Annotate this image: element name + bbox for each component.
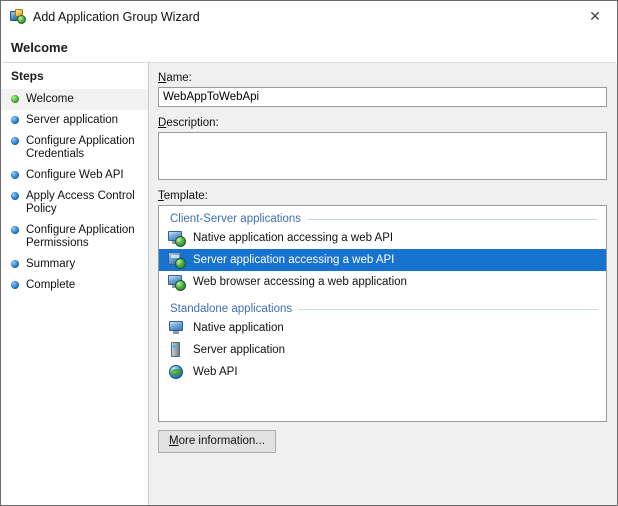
group-rule [308,219,598,220]
template-item-native-application-accessing-a-web-api[interactable]: Native application accessing a web API [159,227,606,249]
more-information-button[interactable]: More information... [158,430,276,453]
body: Steps Welcome Server application Configu… [1,63,617,506]
step-label: Welcome [26,93,74,106]
sidebar-item-server-application[interactable]: Server application [1,110,148,131]
more-information-label: ore information... [179,435,265,447]
step-label: Apply Access Control Policy [26,190,142,216]
group-rule [299,309,598,310]
sidebar-item-configure-application-credentials[interactable]: Configure Application Credentials [1,131,148,165]
step-label: Summary [26,258,75,271]
sidebar-item-configure-application-permissions[interactable]: Configure Application Permissions [1,220,148,254]
step-bullet-icon [11,226,19,234]
page-title: Welcome [11,40,68,55]
window-title: Add Application Group Wizard [33,10,200,24]
template-label: Template: [158,190,607,202]
step-bullet-icon [11,137,19,145]
monitor-icon [168,320,185,336]
template-item-label: Web API [193,366,238,378]
template-item-label: Server application accessing a web API [193,254,394,266]
description-label: Description: [158,117,607,129]
step-label: Complete [26,279,75,292]
template-list[interactable]: Client-Server applications Native applic… [158,205,607,422]
description-label-text: escription: [166,117,218,129]
more-information-row: More information... [158,422,607,453]
name-label: Name: [158,72,607,84]
template-item-label: Native application [193,322,284,334]
monitor-globe-icon [168,274,185,290]
name-input[interactable] [158,87,607,107]
monitor-globe-icon [168,230,185,246]
sidebar-item-summary[interactable]: Summary [1,254,148,275]
globe-icon [168,364,185,380]
group-title: Standalone applications [170,303,299,315]
steps-sidebar: Steps Welcome Server application Configu… [1,63,149,506]
template-group-header: Standalone applications [159,301,606,317]
step-label: Configure Application Credentials [26,135,142,161]
steps-heading: Steps [1,65,148,89]
sidebar-item-welcome[interactable]: Welcome [1,89,148,110]
template-label-text: emplate: [164,190,208,202]
template-item-server-application[interactable]: Server application [159,339,606,361]
template-item-label: Server application [193,344,285,356]
template-item-web-api[interactable]: Web API [159,361,606,383]
step-bullet-icon [11,171,19,179]
group-title: Client-Server applications [170,213,308,225]
template-item-web-browser-accessing-a-web-application[interactable]: Web browser accessing a web application [159,271,606,293]
server-tower-icon [168,342,185,358]
step-label: Server application [26,114,118,127]
page-header: Welcome [1,32,617,62]
name-label-text: ame: [166,72,192,84]
step-bullet-icon [11,281,19,289]
sidebar-item-apply-access-control-policy[interactable]: Apply Access Control Policy [1,186,148,220]
content-pane: Name: Description: Template: Client-Serv… [149,63,617,506]
step-bullet-icon [11,260,19,268]
more-information-accesskey: M [169,435,179,447]
server-globe-icon [168,252,185,268]
step-bullet-icon [11,116,19,124]
sidebar-item-complete[interactable]: Complete [1,275,148,296]
step-label: Configure Web API [26,169,124,182]
description-input[interactable] [158,132,607,180]
application-group-icon [10,9,26,25]
sidebar-item-configure-web-api[interactable]: Configure Web API [1,165,148,186]
template-item-label: Web browser accessing a web application [193,276,407,288]
close-icon[interactable]: ✕ [573,1,617,31]
step-bullet-icon [11,95,19,103]
wizard-window: Add Application Group Wizard ✕ Welcome S… [0,0,618,506]
title-bar: Add Application Group Wizard ✕ [1,1,617,32]
template-item-server-application-accessing-a-web-api[interactable]: Server application accessing a web API [159,249,606,271]
template-group-header: Client-Server applications [159,211,606,227]
step-label: Configure Application Permissions [26,224,142,250]
step-bullet-icon [11,192,19,200]
template-item-label: Native application accessing a web API [193,232,393,244]
template-item-native-application[interactable]: Native application [159,317,606,339]
